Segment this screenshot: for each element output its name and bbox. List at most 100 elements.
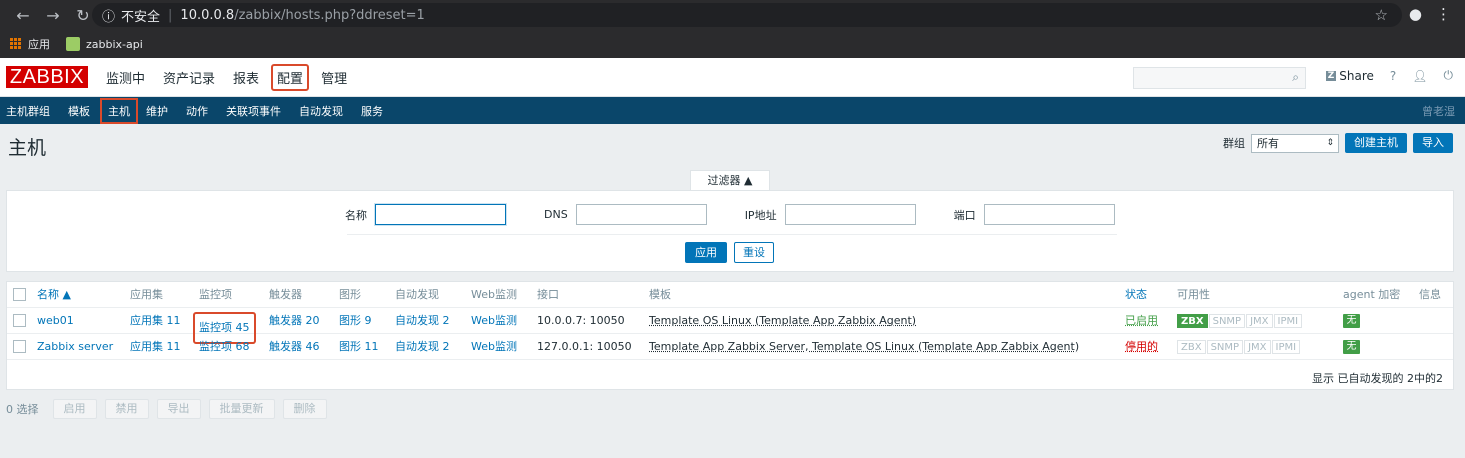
bookmark-star-icon[interactable]: ☆ — [1375, 6, 1388, 24]
user-profile-icon[interactable]: 👤︎ — [1412, 69, 1427, 83]
table-row: Zabbix server 应用集 11 监控项 68 触发器 46 图形 11… — [7, 334, 1453, 360]
delete-button[interactable]: 删除 — [282, 399, 327, 419]
current-user: 曾老湿 — [1422, 104, 1455, 118]
filter-port-input[interactable] — [983, 204, 1115, 225]
filter-ip-label: IP地址 — [744, 208, 777, 222]
menu-configuration[interactable]: 配置 — [271, 64, 310, 91]
select-arrows-icon: ⇕ — [1326, 137, 1334, 148]
table-header-row: 名称 ▲ 应用集 监控项 触发器 图形 自动发现 Web监测 接口 模板 状态 … — [7, 282, 1453, 308]
page-title: 主机 — [8, 137, 47, 159]
import-button[interactable]: 导入 — [1413, 133, 1453, 153]
graphs-link[interactable]: 图形 11 — [339, 334, 379, 360]
row-checkbox[interactable] — [13, 340, 26, 353]
status-toggle[interactable]: 停用的 — [1125, 334, 1158, 360]
templates-value[interactable]: Template OS Linux (Template App Zabbix A… — [649, 308, 916, 334]
forward-icon[interactable]: → — [38, 6, 68, 25]
header-web: Web监测 — [471, 288, 517, 301]
submenu-host-groups[interactable]: 主机群组 — [6, 103, 50, 119]
table-footer-info: 显示 已自动发现的 2中的2 — [1312, 372, 1443, 385]
sub-navigation: 主机群组 模板 主机 维护 动作 关联项事件 自动发现 服务 曾老湿 — [0, 97, 1465, 124]
filter-dns-input[interactable] — [575, 204, 707, 225]
availability-badges: ZBX SNMP JMX IPMI — [1177, 314, 1303, 328]
share-link[interactable]: Z Share — [1325, 69, 1374, 83]
back-icon[interactable]: ← — [8, 6, 38, 25]
hosts-table: 名称 ▲ 应用集 监控项 触发器 图形 自动发现 Web监测 接口 模板 状态 … — [6, 281, 1454, 390]
submenu-discovery[interactable]: 自动发现 — [299, 103, 343, 119]
zbx-badge: ZBX — [1177, 314, 1208, 328]
bulk-actions: 0 选择 启用 禁用 导出 批量更新 删除 — [6, 399, 327, 419]
header-discovery: 自动发现 — [395, 288, 439, 301]
info-icon[interactable]: ⓘ — [102, 6, 115, 25]
snmp-badge: SNMP — [1208, 314, 1246, 328]
global-search-input[interactable]: ⌕ — [1133, 67, 1306, 89]
bookmark-label: 应用 — [28, 38, 50, 51]
submenu-templates[interactable]: 模板 — [68, 103, 90, 119]
disable-button[interactable]: 禁用 — [104, 399, 149, 419]
bookmark-zabbix-api[interactable]: zabbix-api — [66, 37, 143, 51]
header-info: 信息 — [1419, 288, 1441, 301]
status-toggle[interactable]: 已启用 — [1125, 308, 1158, 334]
menu-administration[interactable]: 管理 — [315, 68, 353, 87]
applications-link[interactable]: 应用集 11 — [130, 308, 181, 334]
url-path: /zabbix/hosts.php?ddreset=1 — [234, 7, 425, 23]
web-link[interactable]: Web监测 — [471, 308, 517, 334]
discovery-link[interactable]: 自动发现 2 — [395, 308, 450, 334]
browser-chrome: ← → ↻ ⓘ 不安全 | 10.0.0.8/zabbix/hosts.php?… — [0, 0, 1465, 58]
group-label: 群组 — [1223, 137, 1245, 150]
filter-name-input[interactable] — [375, 204, 506, 225]
bookmark-favicon-icon — [66, 37, 80, 51]
availability-badges: ZBX SNMP JMX IPMI — [1177, 340, 1301, 354]
main-menu: 监测中 资产记录 报表 配置 管理 — [100, 58, 359, 97]
menu-monitoring[interactable]: 监测中 — [100, 68, 151, 87]
filter-toggle-tab[interactable]: 过滤器 ▲ — [690, 170, 770, 191]
group-select-value: 所有 — [1257, 136, 1279, 150]
web-link[interactable]: Web监测 — [471, 334, 517, 360]
header-triggers: 触发器 — [269, 288, 302, 301]
logout-icon[interactable]: ⏻ — [1444, 68, 1454, 83]
discovery-link[interactable]: 自动发现 2 — [395, 334, 450, 360]
triggers-link[interactable]: 触发器 20 — [269, 308, 320, 334]
menu-reports[interactable]: 报表 — [227, 68, 265, 87]
submenu-event-correlation[interactable]: 关联项事件 — [226, 103, 281, 119]
account-icon[interactable]: ● — [1409, 5, 1422, 23]
selected-count: 0 选择 — [6, 403, 39, 416]
templates-value[interactable]: Template App Zabbix Server, Template OS … — [649, 334, 1079, 360]
interface-value: 10.0.0.7: 10050 — [537, 314, 625, 327]
header-name[interactable]: 名称 ▲ — [37, 282, 71, 308]
mass-update-button[interactable]: 批量更新 — [208, 399, 275, 419]
bookmarks-bar: 应用 zabbix-api — [0, 30, 1465, 58]
menu-inventory[interactable]: 资产记录 — [157, 68, 221, 87]
search-icon[interactable]: ⌕ — [1292, 70, 1299, 85]
menu-kebab-icon[interactable]: ⋮ — [1436, 5, 1451, 23]
zabbix-logo[interactable]: ZABBIX — [6, 66, 88, 88]
host-name-link[interactable]: web01 — [37, 308, 74, 334]
jmx-badge: JMX — [1244, 340, 1271, 354]
select-all-checkbox[interactable] — [13, 288, 26, 301]
zabbix-share-icon: Z — [1325, 70, 1337, 81]
address-bar[interactable]: ⓘ 不安全 | 10.0.0.8/zabbix/hosts.php?ddrese… — [92, 3, 1402, 27]
header-applications: 应用集 — [130, 288, 163, 301]
header-status[interactable]: 状态 — [1125, 282, 1147, 308]
submenu-services[interactable]: 服务 — [361, 103, 383, 119]
graphs-link[interactable]: 图形 9 — [339, 308, 372, 334]
applications-link[interactable]: 应用集 11 — [130, 334, 181, 360]
host-name-link[interactable]: Zabbix server — [37, 334, 113, 360]
submenu-maintenance[interactable]: 维护 — [146, 103, 168, 119]
bookmark-apps[interactable]: 应用 — [10, 36, 50, 52]
submenu-actions[interactable]: 动作 — [186, 103, 208, 119]
filter-apply-button[interactable]: 应用 — [685, 242, 727, 263]
create-host-button[interactable]: 创建主机 — [1345, 133, 1407, 153]
filter-ip-input[interactable] — [784, 204, 916, 225]
triggers-link[interactable]: 触发器 46 — [269, 334, 320, 360]
export-button[interactable]: 导出 — [156, 399, 201, 419]
group-select[interactable]: 所有 ⇕ — [1251, 133, 1339, 153]
security-label: 不安全 — [121, 9, 161, 25]
enable-button[interactable]: 启用 — [52, 399, 97, 419]
items-link[interactable]: 监控项 68 — [199, 334, 250, 360]
filter-reset-button[interactable]: 重设 — [734, 242, 774, 263]
submenu-hosts[interactable]: 主机 — [100, 97, 138, 124]
row-checkbox[interactable] — [13, 314, 26, 327]
filter-port-label: 端口 — [953, 208, 976, 222]
header-items: 监控项 — [199, 288, 232, 301]
help-icon[interactable]: ? — [1390, 69, 1396, 83]
